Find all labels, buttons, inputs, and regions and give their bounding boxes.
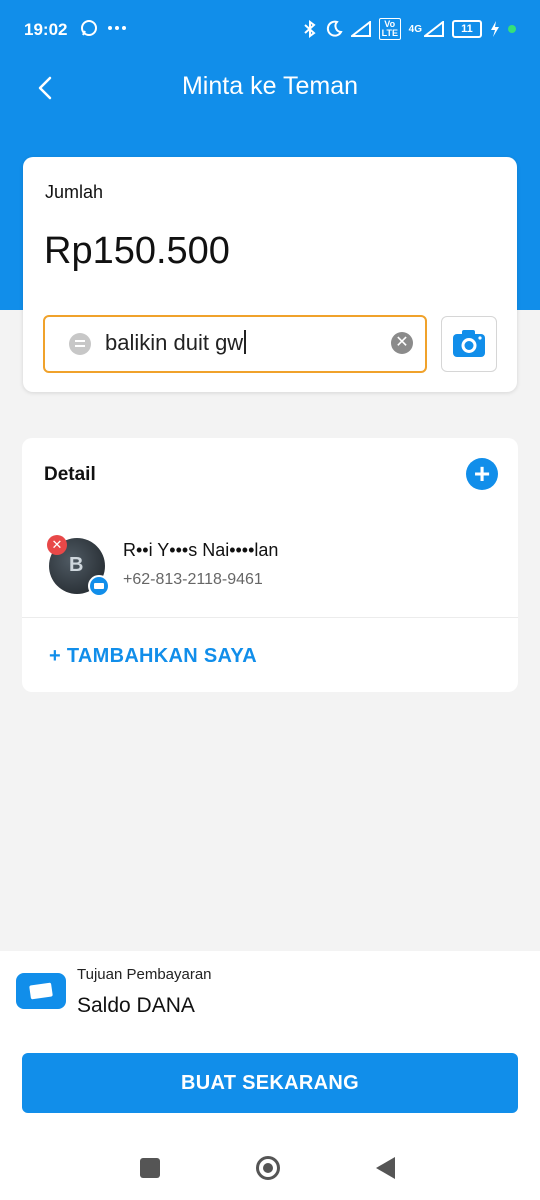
detail-card: Detail + B ✕ R••i Y•••s Nai••••lan +62-8… bbox=[22, 438, 518, 692]
bluetooth-icon bbox=[303, 20, 316, 38]
divider bbox=[22, 617, 518, 618]
status-left-icons bbox=[80, 19, 126, 37]
wallet-icon bbox=[16, 973, 66, 1009]
message-icon bbox=[69, 333, 91, 355]
create-button[interactable]: BUAT SEKARANG bbox=[22, 1053, 518, 1113]
top-nav: Minta ke Teman bbox=[0, 60, 540, 114]
status-right-icons: Vo LTE 4G 11 bbox=[303, 18, 516, 40]
note-text: balikin duit gw bbox=[105, 330, 244, 355]
add-self-button[interactable]: + TAMBAHKAN SAYA bbox=[49, 645, 257, 668]
4g-signal-icon: 4G bbox=[409, 21, 444, 37]
contact-name: R••i Y•••s Nai••••lan bbox=[123, 540, 279, 560]
camera-icon bbox=[453, 330, 485, 357]
moon-icon bbox=[326, 20, 343, 37]
more-dots-icon bbox=[108, 26, 126, 30]
back-triangle-icon[interactable] bbox=[376, 1157, 395, 1179]
4g-label: 4G bbox=[408, 23, 422, 35]
avatar-letter: B bbox=[69, 554, 84, 576]
amount-label: Jumlah bbox=[45, 182, 104, 202]
system-nav-bar bbox=[0, 1148, 540, 1200]
whatsapp-icon bbox=[81, 20, 97, 36]
add-contact-button[interactable]: + bbox=[466, 458, 498, 490]
status-bar: 19:02 Vo LTE 4G 11 bbox=[0, 0, 540, 60]
amount-value[interactable]: Rp150.500 bbox=[44, 230, 230, 273]
dana-wallet-icon bbox=[88, 575, 110, 597]
plus-icon: + bbox=[473, 458, 491, 489]
charging-icon bbox=[491, 21, 499, 37]
amount-card: Jumlah Rp150.500 balikin duit gw ✕ bbox=[23, 157, 517, 392]
signal-icon bbox=[350, 21, 371, 37]
text-cursor bbox=[244, 330, 247, 354]
detail-title: Detail bbox=[44, 464, 96, 485]
camera-button[interactable] bbox=[441, 316, 497, 372]
note-input[interactable]: balikin duit gw ✕ bbox=[43, 315, 427, 373]
active-dot bbox=[508, 25, 516, 33]
recent-apps-icon[interactable] bbox=[140, 1158, 160, 1178]
home-icon[interactable] bbox=[256, 1156, 280, 1180]
page-title: Minta ke Teman bbox=[181, 72, 358, 100]
remove-contact-icon[interactable]: ✕ bbox=[47, 535, 67, 555]
battery-icon: 11 bbox=[452, 20, 482, 38]
note-input-value[interactable]: balikin duit gw bbox=[105, 330, 247, 356]
payment-destination-value[interactable]: Saldo DANA bbox=[77, 994, 195, 1018]
status-time: 19:02 bbox=[24, 20, 68, 39]
payment-destination-label: Tujuan Pembayaran bbox=[77, 966, 212, 983]
clear-icon[interactable]: ✕ bbox=[391, 332, 413, 354]
volte-icon: Vo LTE bbox=[378, 18, 401, 40]
contact-phone: +62-813-2118-9461 bbox=[123, 571, 263, 588]
